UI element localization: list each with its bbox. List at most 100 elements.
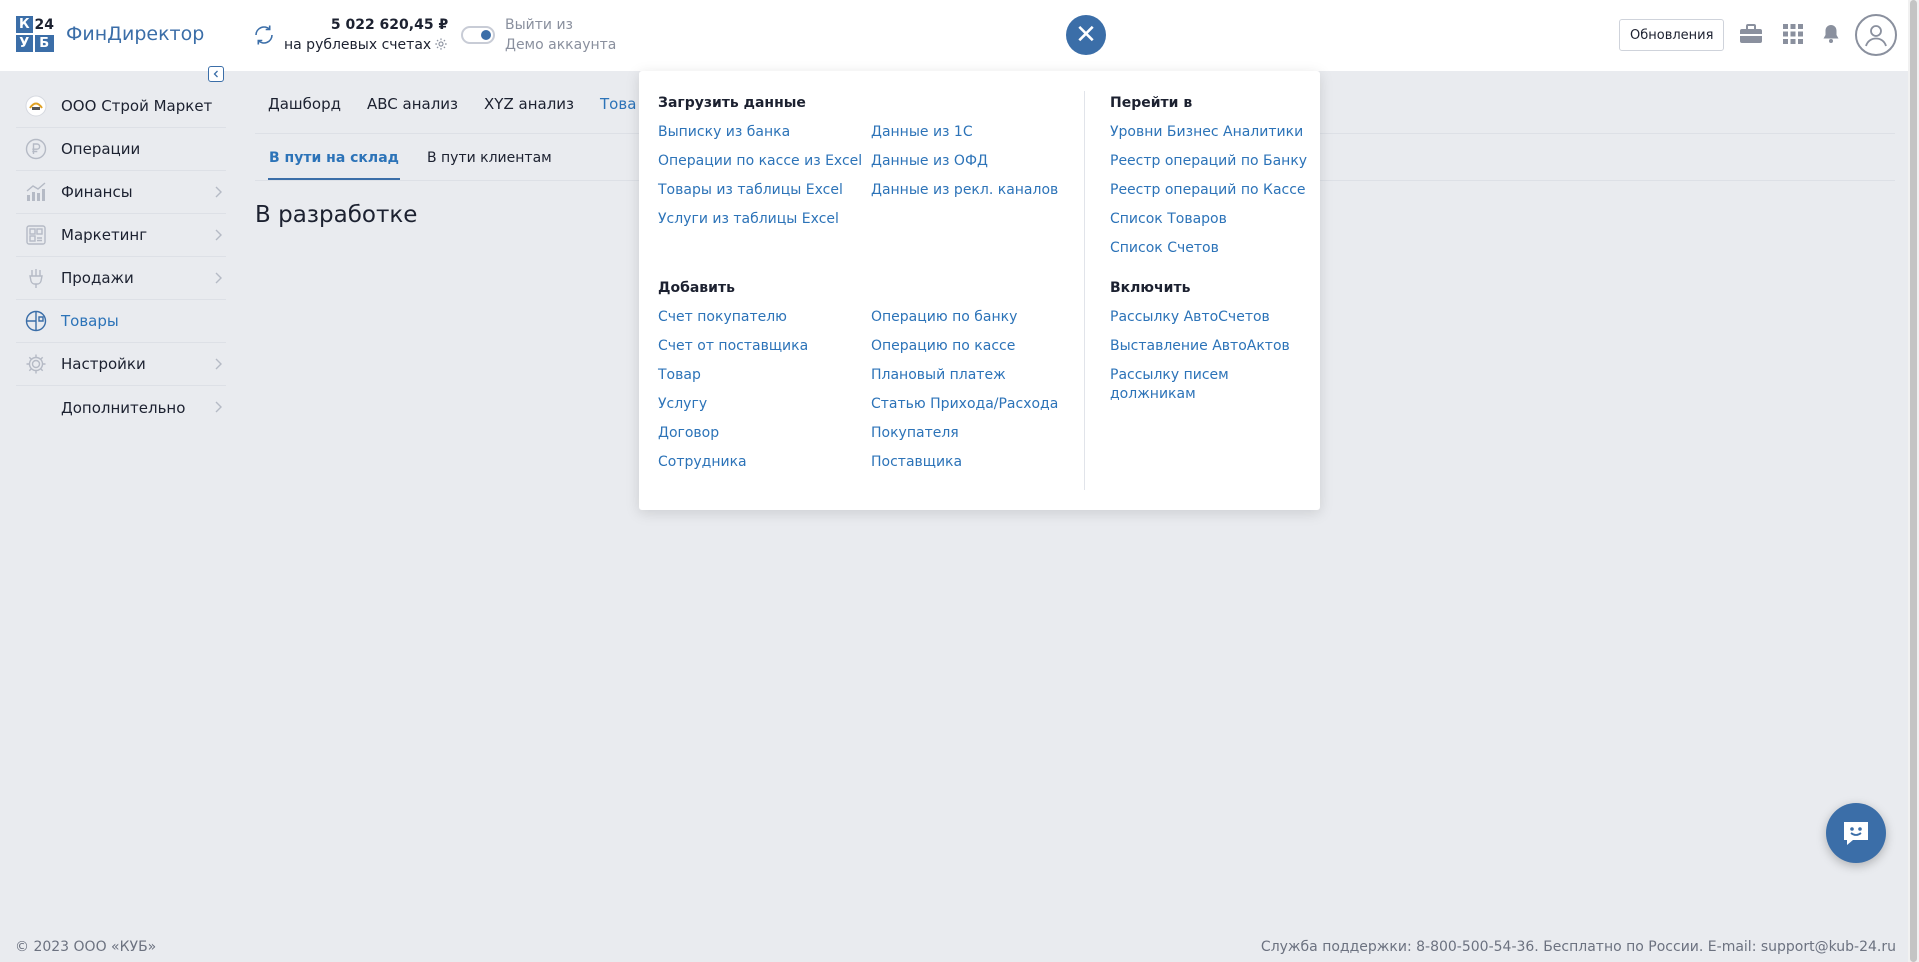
link-debtor-mailing[interactable]: Рассылку писем должникам: [1110, 366, 1295, 404]
chat-button[interactable]: [1826, 803, 1886, 863]
page-title: В разработке: [255, 202, 418, 228]
chevron-left-icon: [213, 70, 218, 78]
link-auto-invoices[interactable]: Рассылку АвтоСчетов: [1110, 308, 1295, 327]
link-planned-payment[interactable]: Плановый платеж: [871, 366, 1058, 385]
tab-xyz-analysis[interactable]: XYZ анализ: [484, 95, 574, 127]
section-title-enable: Включить: [1110, 280, 1191, 296]
close-icon: ✕: [1075, 20, 1097, 50]
bell-icon[interactable]: [1817, 20, 1845, 48]
sidebar-item-settings[interactable]: Настройки: [16, 343, 226, 386]
sidebar-item-marketing[interactable]: Маркетинг: [16, 214, 226, 257]
chart-icon: [24, 180, 48, 204]
balance-amount: 5 022 620,45 ₽: [330, 17, 449, 33]
link-add-goods[interactable]: Товар: [658, 366, 808, 385]
link-cash-registry[interactable]: Реестр операций по Кассе: [1110, 181, 1307, 200]
user-avatar-icon[interactable]: [1855, 14, 1897, 56]
link-add-contract[interactable]: Договор: [658, 424, 808, 443]
enable-column: Рассылку АвтоСчетов Выставление АвтоАкто…: [1110, 308, 1295, 414]
sub-tabs: В пути на склад В пути клиентам: [255, 150, 566, 180]
empty-icon: [24, 396, 48, 420]
link-goods-excel[interactable]: Товары из таблицы Excel: [658, 181, 862, 200]
link-invoices-list[interactable]: Список Счетов: [1110, 239, 1307, 258]
sidebar-item-additional[interactable]: Дополнительно: [16, 386, 226, 429]
add-column-1: Счет покупателю Счет от поставщика Товар…: [658, 308, 808, 482]
chevron-right-icon: [215, 229, 222, 241]
section-title-load: Загрузить данные: [658, 95, 806, 111]
link-bank-statement[interactable]: Выписку из банка: [658, 123, 862, 142]
link-auto-acts[interactable]: Выставление АвтоАктов: [1110, 337, 1295, 356]
balance-widget[interactable]: 5 022 620,45 ₽ на рублевых счетах: [252, 15, 448, 55]
link-ad-channels-data[interactable]: Данные из рекл. каналов: [871, 181, 1058, 200]
gear-icon[interactable]: [434, 37, 448, 51]
footer-support: Служба поддержки: 8-800-500-54-36. Беспл…: [1260, 939, 1896, 955]
sidebar-item-label: Маркетинг: [61, 226, 148, 244]
sidebar: ООО Строй Маркет Операции Финансы Маркет…: [16, 85, 226, 429]
link-add-service[interactable]: Услугу: [658, 395, 808, 414]
company-logo-icon: [24, 94, 48, 118]
app-name: ФинДиректор: [66, 23, 205, 45]
link-add-supplier[interactable]: Поставщика: [871, 453, 1058, 472]
link-income-expense-item[interactable]: Статью Прихода/Расхода: [871, 395, 1058, 414]
link-invoice-supplier[interactable]: Счет от поставщика: [658, 337, 808, 356]
link-1c-data[interactable]: Данные из 1С: [871, 123, 1058, 142]
load-column-1: Выписку из банка Операции по кассе из Ex…: [658, 123, 862, 239]
sidebar-item-goods[interactable]: Товары: [16, 300, 226, 343]
link-cash-operation[interactable]: Операцию по кассе: [871, 337, 1058, 356]
demo-line1: Выйти из: [505, 17, 574, 33]
sidebar-item-label: Продажи: [61, 269, 134, 287]
updates-button[interactable]: Обновления: [1619, 19, 1725, 51]
briefcase-icon[interactable]: [1737, 20, 1765, 48]
main-tabs: Дашборд ABC анализ XYZ анализ Това: [255, 95, 649, 127]
sidebar-item-company[interactable]: ООО Строй Маркет: [16, 85, 226, 128]
link-services-excel[interactable]: Услуги из таблицы Excel: [658, 210, 862, 229]
sidebar-item-label: Дополнительно: [61, 398, 186, 417]
quick-actions-panel: Загрузить данные Выписку из банка Операц…: [639, 71, 1320, 510]
section-title-add: Добавить: [658, 280, 735, 296]
link-add-buyer[interactable]: Покупателя: [871, 424, 1058, 443]
link-bank-operation[interactable]: Операцию по банку: [871, 308, 1058, 327]
chat-icon: [1844, 822, 1868, 845]
subtab-to-warehouse[interactable]: В пути на склад: [268, 150, 400, 180]
chevron-right-icon: [215, 358, 222, 370]
apps-grid-icon[interactable]: [1779, 20, 1807, 48]
section-title-goto: Перейти в: [1110, 95, 1193, 111]
balance-label: на рублевых счетах: [284, 37, 432, 53]
sidebar-item-sales[interactable]: Продажи: [16, 257, 226, 300]
link-add-employee[interactable]: Сотрудника: [658, 453, 808, 472]
tab-dashboard[interactable]: Дашборд: [268, 95, 341, 127]
sidebar-item-label: Товары: [61, 312, 119, 330]
subtab-to-clients[interactable]: В пути клиентам: [426, 150, 553, 180]
sidebar-item-label: ООО Строй Маркет: [61, 97, 213, 115]
demo-switch[interactable]: [461, 26, 495, 44]
sidebar-collapse-button[interactable]: [208, 66, 224, 82]
load-column-2: Данные из 1С Данные из ОФД Данные из рек…: [871, 123, 1058, 210]
demo-line2: Демо аккаунта: [505, 37, 617, 53]
top-header: К 24 У Б ФинДиректор 5 022 620,45 ₽ на р…: [0, 0, 1908, 71]
tab-abc-analysis[interactable]: ABC анализ: [367, 95, 458, 127]
ruble-icon: [24, 137, 48, 161]
sync-icon[interactable]: [252, 23, 276, 47]
sidebar-item-finance[interactable]: Финансы: [16, 171, 226, 214]
link-bank-registry[interactable]: Реестр операций по Банку: [1110, 152, 1307, 171]
scrollbar-thumb[interactable]: [1910, 0, 1917, 962]
sidebar-item-label: Операции: [61, 140, 141, 158]
demo-toggle[interactable]: Выйти из Демо аккаунта: [461, 15, 616, 55]
link-ofd-data[interactable]: Данные из ОФД: [871, 152, 1058, 171]
link-cash-excel[interactable]: Операции по кассе из Excel: [658, 152, 862, 171]
link-invoice-buyer[interactable]: Счет покупателю: [658, 308, 808, 327]
link-bi-levels[interactable]: Уровни Бизнес Аналитики: [1110, 123, 1307, 142]
tab-goods[interactable]: Това: [600, 95, 636, 127]
sidebar-item-label: Настройки: [61, 355, 146, 373]
sidebar-item-operations[interactable]: Операции: [16, 128, 226, 171]
close-menu-button[interactable]: ✕: [1066, 15, 1106, 55]
sidebar-item-label: Финансы: [61, 183, 133, 201]
kub24-logo-icon: К 24 У Б: [16, 16, 54, 52]
app-logo[interactable]: К 24 У Б ФинДиректор: [16, 16, 204, 52]
chevron-right-icon: [215, 272, 222, 284]
page-scrollbar[interactable]: [1908, 0, 1919, 962]
handshake-icon: [24, 266, 48, 290]
goto-column: Уровни Бизнес Аналитики Реестр операций …: [1110, 123, 1307, 268]
link-goods-list[interactable]: Список Товаров: [1110, 210, 1307, 229]
gear-icon: [24, 352, 48, 376]
chevron-right-icon: [215, 401, 222, 413]
